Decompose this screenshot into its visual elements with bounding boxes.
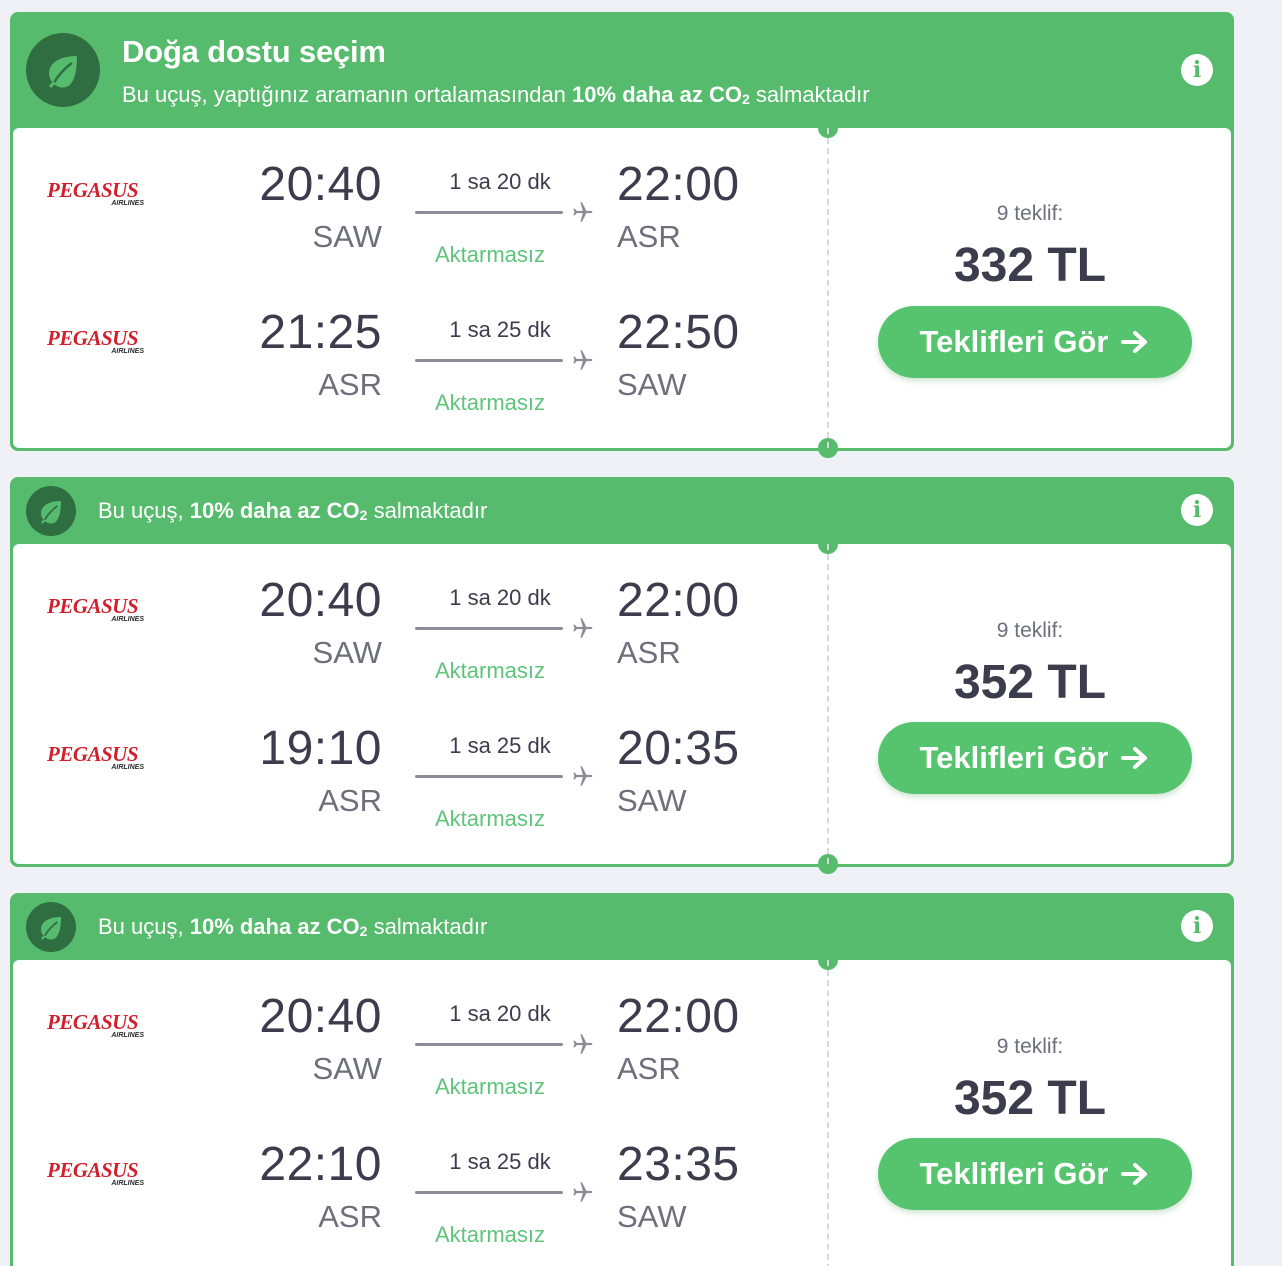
eco-title: Doğa dostu seçim xyxy=(122,34,386,69)
arrival-time: 23:35 xyxy=(617,1138,740,1191)
outbound-leg: PEGASUS AIRLINES 20:40 SAW 1 sa 20 dk Akt… xyxy=(13,566,813,696)
leaf-icon xyxy=(26,33,100,107)
eco-banner: Doğa dostu seçim Bu uçuş, yaptığınız ara… xyxy=(13,12,1231,128)
flight-duration: 1 sa 20 dk xyxy=(449,169,551,194)
stops-label: Aktarmasız xyxy=(434,390,546,415)
departure-airport: SAW xyxy=(312,635,382,670)
eco-description: Bu uçuş, 10% daha az CO2 salmaktadır xyxy=(98,914,488,939)
ticket-body: PEGASUS AIRLINES 20:40 SAW 1 sa 20 dk Akt… xyxy=(13,950,1231,1266)
route-line xyxy=(415,1191,563,1194)
price-panel: 9 teklif: 352 TL Teklifleri Gör xyxy=(829,960,1231,1266)
stops-label: Aktarmasız xyxy=(434,242,546,267)
ticket-body: PEGASUS AIRLINES 20:40 SAW 1 sa 20 dk Akt… xyxy=(13,534,1231,874)
flight-duration: 1 sa 20 dk xyxy=(449,1001,551,1026)
flight-duration: 1 sa 20 dk xyxy=(449,585,551,610)
departure-time: 19:10 xyxy=(259,722,382,775)
arrival-airport: SAW xyxy=(617,783,687,818)
arrival-airport: SAW xyxy=(617,367,687,402)
airline-logo: PEGASUS AIRLINES xyxy=(47,326,144,356)
return-leg: PEGASUS AIRLINES 22:10 ASR 1 sa 25 dk Akt… xyxy=(13,1130,813,1260)
departure-time: 20:40 xyxy=(259,990,382,1043)
ticket-body: PEGASUS AIRLINES 20:40 SAW 1 sa 20 dk Akt… xyxy=(13,118,1231,458)
plane-icon xyxy=(573,1034,593,1054)
departure-airport: ASR xyxy=(318,1199,382,1234)
airline-logo: PEGASUS AIRLINES xyxy=(47,1158,144,1188)
info-icon[interactable]: i xyxy=(1181,54,1213,86)
view-offers-button[interactable]: Teklifleri Gör xyxy=(878,306,1192,378)
airline-logo: PEGASUS AIRLINES xyxy=(47,594,144,624)
offer-count: 9 teklif: xyxy=(996,1035,1064,1058)
arrow-right-icon xyxy=(1121,1163,1148,1185)
leaf-icon xyxy=(26,486,76,536)
departure-airport: ASR xyxy=(318,783,382,818)
arrival-airport: SAW xyxy=(617,1199,687,1234)
offer-count: 9 teklif: xyxy=(996,202,1064,225)
arrival-time: 22:00 xyxy=(617,990,740,1043)
view-offers-button[interactable]: Teklifleri Gör xyxy=(878,722,1192,794)
departure-time: 21:25 xyxy=(259,306,382,359)
airline-logo: PEGASUS AIRLINES xyxy=(47,742,144,772)
stops-label: Aktarmasız xyxy=(434,806,546,831)
arrival-airport: ASR xyxy=(617,635,681,670)
departure-airport: SAW xyxy=(312,1051,382,1086)
stops-label: Aktarmasız xyxy=(434,658,546,683)
arrival-time: 20:35 xyxy=(617,722,740,775)
stops-label: Aktarmasız xyxy=(434,1074,546,1099)
view-offers-label: Teklifleri Gör xyxy=(919,1156,1109,1191)
price: 352 TL xyxy=(953,1072,1107,1125)
arrival-time: 22:00 xyxy=(617,574,740,627)
departure-time: 22:10 xyxy=(259,1138,382,1191)
departure-airport: ASR xyxy=(318,367,382,402)
plane-icon xyxy=(573,618,593,638)
view-offers-button[interactable]: Teklifleri Gör xyxy=(878,1138,1192,1210)
info-icon[interactable]: i xyxy=(1181,910,1213,942)
arrival-time: 22:00 xyxy=(617,158,740,211)
info-icon[interactable]: i xyxy=(1181,494,1213,526)
route-line xyxy=(415,627,563,630)
plane-icon xyxy=(573,350,593,370)
price: 352 TL xyxy=(953,656,1107,709)
stops-label: Aktarmasız xyxy=(434,1222,546,1247)
price: 332 TL xyxy=(953,239,1107,292)
eco-description: Bu uçuş, yaptığınız aramanın ortalamasın… xyxy=(122,82,870,107)
arrival-airport: ASR xyxy=(617,1051,681,1086)
eco-banner: Bu uçuş, 10% daha az CO2 salmaktadır i xyxy=(13,477,1231,544)
outbound-leg: PEGASUS AIRLINES 20:40 SAW 1 sa 20 dk Akt… xyxy=(13,150,813,280)
flight-duration: 1 sa 25 dk xyxy=(449,733,551,758)
departure-time: 20:40 xyxy=(259,574,382,627)
price-panel: 9 teklif: 332 TL Teklifleri Gör xyxy=(829,128,1231,448)
flight-result-card[interactable]: Bu uçuş, 10% daha az CO2 salmaktadır i P… xyxy=(10,477,1234,874)
route-line xyxy=(415,1043,563,1046)
return-leg: PEGASUS AIRLINES 21:25 ASR 1 sa 25 dk Akt… xyxy=(13,298,813,428)
eco-banner: Bu uçuş, 10% daha az CO2 salmaktadır i xyxy=(13,893,1231,960)
departure-airport: SAW xyxy=(312,219,382,254)
plane-icon xyxy=(573,202,593,222)
outbound-leg: PEGASUS AIRLINES 20:40 SAW 1 sa 20 dk Akt… xyxy=(13,982,813,1112)
airline-logo: PEGASUS AIRLINES xyxy=(47,178,144,208)
flight-result-card[interactable]: Bu uçuş, 10% daha az CO2 salmaktadır i P… xyxy=(10,893,1234,1266)
flight-result-card[interactable]: Doğa dostu seçim Bu uçuş, yaptığınız ara… xyxy=(10,12,1234,458)
arrival-airport: ASR xyxy=(617,219,681,254)
arrow-right-icon xyxy=(1121,331,1148,353)
plane-icon xyxy=(573,766,593,786)
return-leg: PEGASUS AIRLINES 19:10 ASR 1 sa 25 dk Akt… xyxy=(13,714,813,844)
flight-duration: 1 sa 25 dk xyxy=(449,317,551,342)
plane-icon xyxy=(573,1182,593,1202)
airline-logo: PEGASUS AIRLINES xyxy=(47,1010,144,1040)
arrival-time: 22:50 xyxy=(617,306,740,359)
price-panel: 9 teklif: 352 TL Teklifleri Gör xyxy=(829,544,1231,864)
route-line xyxy=(415,775,563,778)
arrow-right-icon xyxy=(1121,747,1148,769)
eco-description: Bu uçuş, 10% daha az CO2 salmaktadır xyxy=(98,498,488,523)
route-line xyxy=(415,359,563,362)
departure-time: 20:40 xyxy=(259,158,382,211)
offer-count: 9 teklif: xyxy=(996,619,1064,642)
leaf-icon xyxy=(26,902,76,952)
view-offers-label: Teklifleri Gör xyxy=(919,324,1109,359)
flight-duration: 1 sa 25 dk xyxy=(449,1149,551,1174)
route-line xyxy=(415,211,563,214)
view-offers-label: Teklifleri Gör xyxy=(919,740,1109,775)
